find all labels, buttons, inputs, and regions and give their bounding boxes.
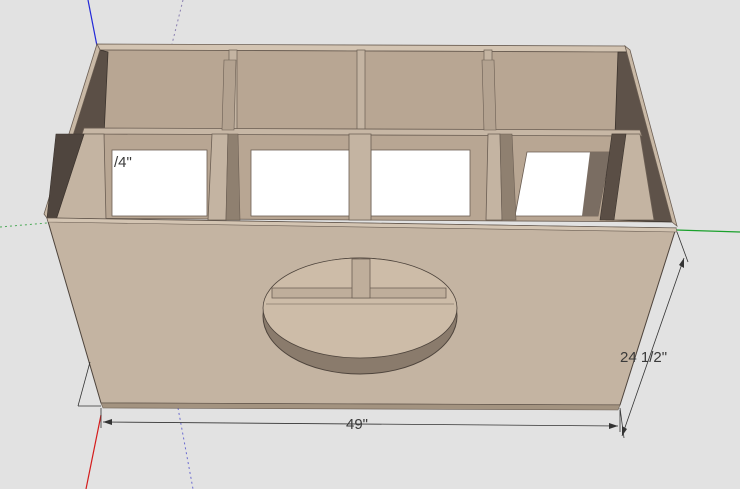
green-axis <box>675 229 740 233</box>
red-axis <box>85 414 102 489</box>
upper-post-4 <box>481 59 497 131</box>
width-dimension-label: 49" <box>346 416 369 433</box>
green-axis-dotted <box>0 222 48 228</box>
partition-2-side <box>225 133 241 221</box>
enclosure-model[interactable] <box>0 0 740 489</box>
blue-axis-dotted <box>171 0 184 45</box>
partition-3 <box>348 133 372 221</box>
brace-vertical <box>351 258 371 299</box>
blue-axis <box>87 0 98 47</box>
3d-viewport[interactable]: 49" 24 1/2" /4" <box>0 0 740 489</box>
back-divider-strip-2 <box>356 49 366 131</box>
partition-4 <box>485 133 503 221</box>
blue-axis-dotted-bottom <box>177 407 194 489</box>
port-opening-3 <box>370 149 471 217</box>
upper-post-2 <box>221 59 237 131</box>
port-opening-2 <box>250 149 351 217</box>
partition-2 <box>207 133 229 221</box>
partial-dimension-label: /4" <box>114 154 132 171</box>
depth-dimension-label: 24 1/2" <box>620 349 668 366</box>
